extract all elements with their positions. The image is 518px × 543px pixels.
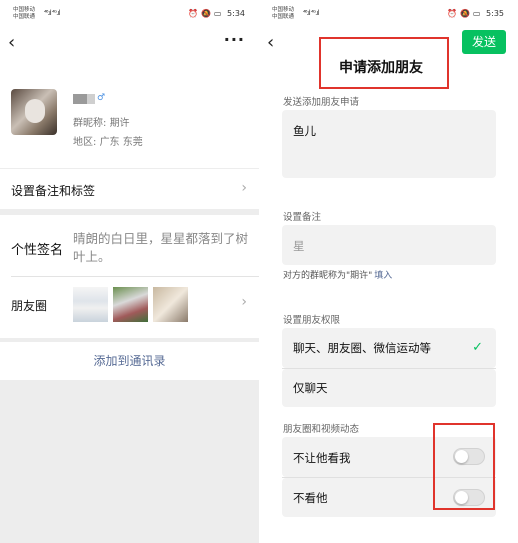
remark-row[interactable]: 设置备注和标签 › — [0, 169, 259, 209]
status-right: ⏰ 🔕 ▭ 5:35 — [444, 9, 504, 18]
send-button[interactable]: 发送 — [462, 30, 506, 54]
back-icon[interactable]: ‹ — [267, 32, 274, 53]
carrier-1: 中国移动 — [13, 7, 36, 13]
region-label: 地区: — [73, 137, 97, 148]
carrier-info: 中国移动 中国联通 — [272, 7, 294, 21]
divider — [11, 276, 259, 277]
hide-their-moments-label: 不看他 — [293, 491, 328, 505]
add-contact-button[interactable]: 添加到通讯录 — [0, 352, 259, 369]
moments-settings-label: 朋友圈和视频动态 — [283, 424, 360, 435]
hint-text: 对方的群昵称为"期许" — [283, 271, 373, 281]
permission-option-all-label: 聊天、朋友圈、微信运动等 — [293, 341, 431, 355]
more-icon[interactable]: ··· — [224, 30, 245, 49]
chevron-right-icon: › — [241, 180, 247, 196]
clock: 5:35 — [486, 9, 504, 18]
request-value: 鱼儿 — [293, 124, 316, 138]
back-icon[interactable]: ‹ — [8, 32, 15, 53]
carrier-info: 中国移动 中国联通 — [13, 7, 35, 21]
signature-text: 晴朗的白日里，星星都落到了树叶上。 — [73, 231, 249, 264]
request-label: 发送添加朋友申请 — [283, 97, 360, 108]
mute-icon: 🔕 — [459, 9, 470, 18]
name-redacted — [73, 94, 87, 104]
nickname-label: 群昵称: — [73, 118, 107, 129]
battery-icon: ▭ — [472, 9, 481, 18]
status-bar: 中国移动 中国联通 ⁴⁶.ıl ⁴ᴳ.ıl ⏰ 🔕 ▭ 5:35 — [259, 0, 518, 30]
nickname-hint: 对方的群昵称为"期许" 填入 — [283, 268, 392, 281]
check-icon: ✓ — [472, 340, 483, 355]
permission-option-chat[interactable]: 仅聊天 — [282, 369, 496, 407]
request-input[interactable]: 鱼儿 — [282, 110, 496, 178]
carrier-2: 中国联通 — [272, 14, 295, 20]
mute-icon: 🔕 — [200, 9, 211, 18]
name-redacted-2 — [87, 94, 95, 104]
moment-thumbnail-1[interactable] — [73, 287, 108, 322]
signal-icon: ⁴⁶.ıl ⁴ᴳ.ıl — [44, 9, 60, 17]
permission-option-chat-label: 仅聊天 — [293, 381, 328, 395]
profile-screen: 中国移动 中国联通 ⁴⁶.ıl ⁴ᴳ.ıl ⏰ 🔕 ▭ 5:34 ‹ ··· ♂ 群… — [0, 0, 259, 543]
alarm-icon: ⏰ — [187, 9, 198, 18]
battery-icon: ▭ — [213, 9, 222, 18]
hide-my-moments-label: 不让他看我 — [293, 451, 351, 465]
nickname-value: 期许 — [109, 118, 130, 129]
fill-in-link[interactable]: 填入 — [374, 271, 392, 281]
signature-label: 个性签名 — [11, 243, 64, 258]
status-bar: 中国移动 中国联通 ⁴⁶.ıl ⁴ᴳ.ıl ⏰ 🔕 ▭ 5:34 — [0, 0, 259, 30]
moment-thumbnail-2[interactable] — [113, 287, 148, 322]
clock: 5:34 — [227, 9, 245, 18]
permission-label: 设置朋友权限 — [283, 315, 341, 326]
moments-label: 朋友圈 — [11, 299, 48, 313]
remark-label: 设置备注 — [283, 212, 322, 223]
nickname-line: 群昵称: 期许 — [73, 114, 130, 129]
page-title: 申请添加朋友 — [339, 60, 423, 76]
alarm-icon: ⏰ — [446, 9, 457, 18]
carrier-1: 中国移动 — [272, 7, 295, 13]
toggles-highlight-box — [433, 423, 495, 510]
region-line: 地区: 广东 东莞 — [73, 133, 143, 148]
remark-input[interactable]: 星 — [282, 225, 496, 265]
carrier-2: 中国联通 — [13, 14, 36, 20]
remark-placeholder: 星 — [293, 239, 305, 253]
moment-thumbnail-3[interactable] — [153, 287, 188, 322]
status-right: ⏰ 🔕 ▭ 5:34 — [185, 9, 245, 18]
signal-icon: ⁴⁶.ıl ⁴ᴳ.ıl — [303, 9, 319, 17]
avatar[interactable] — [11, 89, 57, 135]
remark-label: 设置备注和标签 — [11, 184, 96, 198]
permission-option-all[interactable]: 聊天、朋友圈、微信运动等 ✓ — [282, 328, 496, 368]
chevron-right-icon: › — [241, 294, 247, 310]
gender-icon: ♂ — [97, 93, 106, 103]
region-value: 广东 东莞 — [99, 137, 143, 148]
